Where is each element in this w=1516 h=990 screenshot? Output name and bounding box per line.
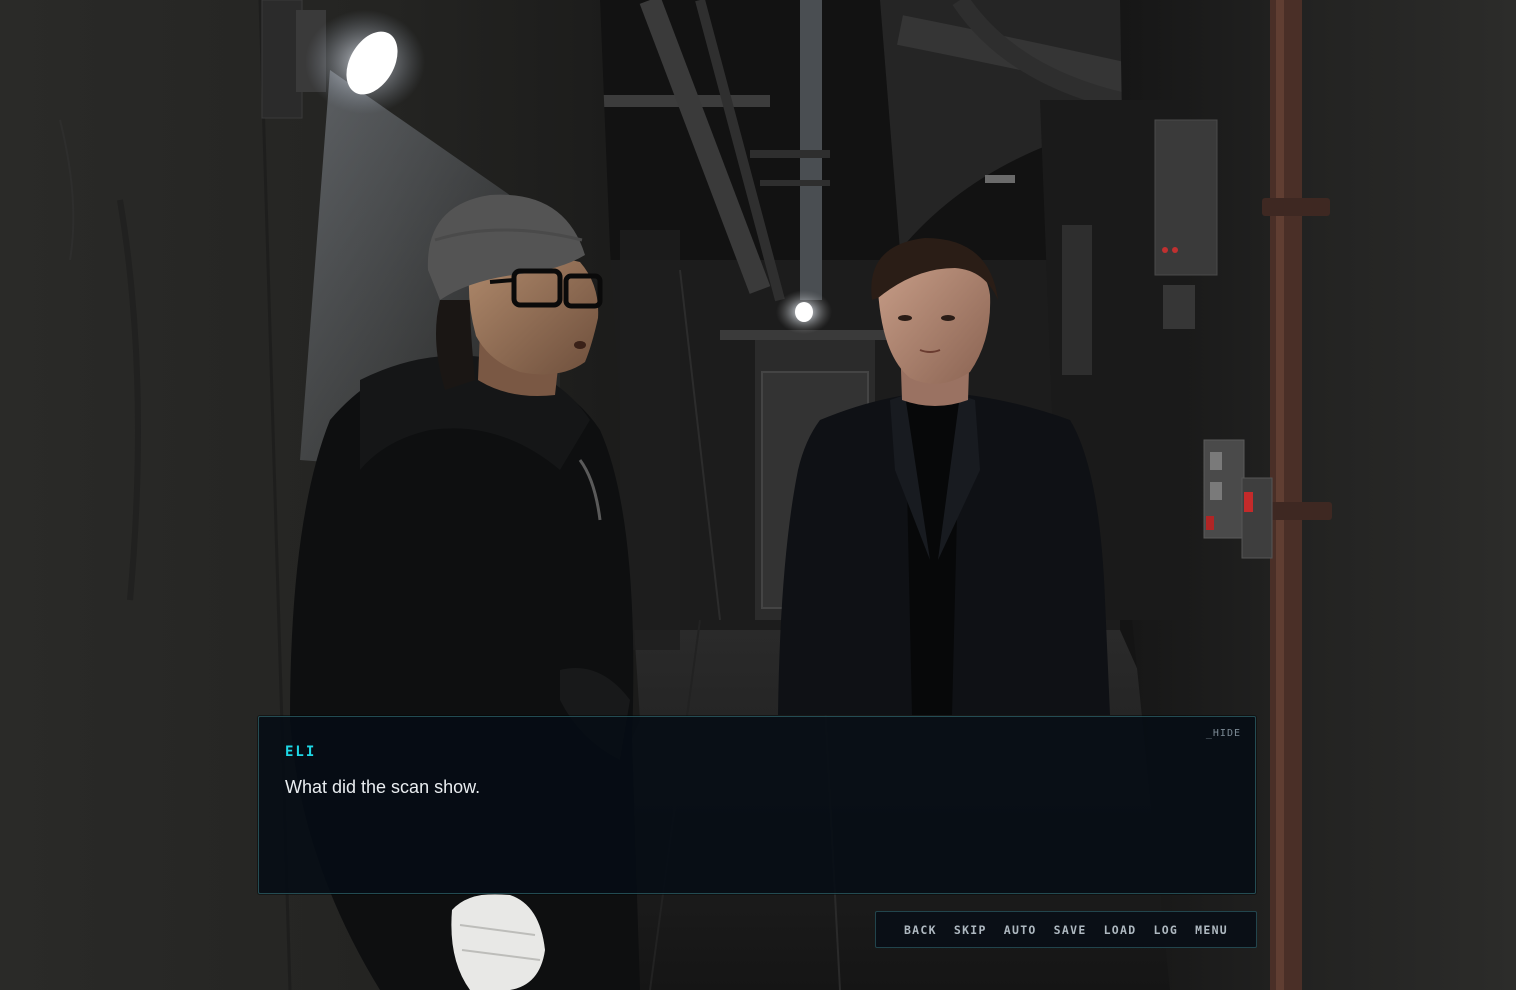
speaker-name: ELI <box>285 744 317 760</box>
log-button[interactable]: LOG <box>1145 923 1187 937</box>
menu-button[interactable]: MENU <box>1187 923 1237 937</box>
save-button[interactable]: SAVE <box>1045 923 1095 937</box>
game-screen: ELI What did the scan show. _HIDE BACK S… <box>0 0 1516 990</box>
dialogue-text: What did the scan show. <box>285 777 481 797</box>
dialogue-box[interactable]: ELI What did the scan show. _HIDE <box>258 716 1256 894</box>
auto-button[interactable]: AUTO <box>995 923 1045 937</box>
hide-button[interactable]: _HIDE <box>1206 728 1241 739</box>
skip-button[interactable]: SKIP <box>945 923 995 937</box>
back-button[interactable]: BACK <box>895 923 945 937</box>
load-button[interactable]: LOAD <box>1095 923 1145 937</box>
quick-menu: BACK SKIP AUTO SAVE LOAD LOG MENU <box>875 911 1257 948</box>
